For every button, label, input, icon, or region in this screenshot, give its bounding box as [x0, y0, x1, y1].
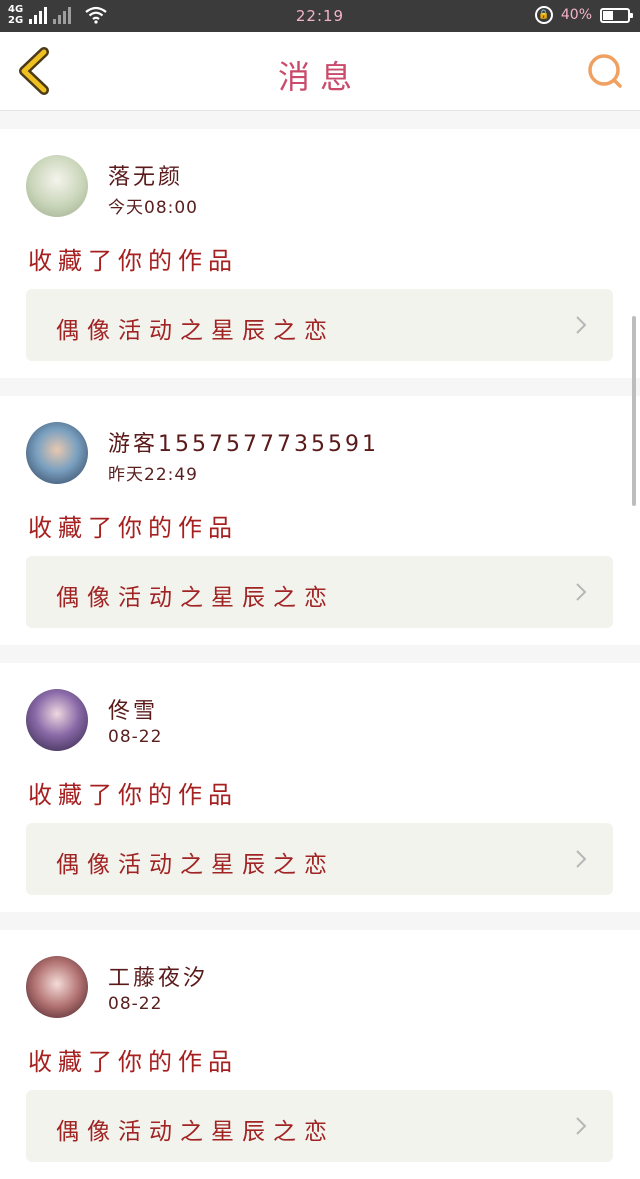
action-text: 收藏了你的作品 [28, 247, 238, 275]
rotation-lock-icon: 🔒 [534, 6, 553, 24]
timestamp: 08-22 [108, 994, 163, 1014]
avatar[interactable] [26, 956, 88, 1018]
username[interactable]: 佟雪 [108, 693, 158, 725]
work-card[interactable]: 偶像活动之星辰之恋 [26, 556, 613, 628]
status-bar: 4G 2G 22:19 🔒 40% [0, 0, 640, 32]
work-title: 偶像活动之星辰之恋 [56, 852, 335, 878]
status-right: 🔒 40% [534, 6, 633, 24]
action-text: 收藏了你的作品 [28, 1048, 238, 1076]
username[interactable]: 落无颜 [108, 159, 183, 191]
chevron-right-icon [576, 850, 587, 868]
avatar[interactable] [26, 689, 88, 751]
timestamp: 08-22 [108, 727, 163, 747]
username[interactable]: 游客1557577735591 [108, 426, 379, 458]
work-title: 偶像活动之星辰之恋 [56, 318, 335, 344]
action-text: 收藏了你的作品 [28, 514, 238, 542]
battery-percent: 40% [560, 7, 592, 23]
separator [0, 912, 640, 930]
work-card[interactable]: 偶像活动之星辰之恋 [26, 1090, 613, 1162]
work-title: 偶像活动之星辰之恋 [56, 585, 335, 611]
chevron-right-icon [576, 583, 587, 601]
nav-header: 消息 [0, 32, 640, 111]
message-item: 游客1557577735591 昨天22:49 收藏了你的作品 偶像活动之星辰之… [0, 396, 640, 645]
timestamp: 今天08:00 [108, 198, 198, 218]
avatar[interactable] [26, 422, 88, 484]
username[interactable]: 工藤夜汐 [108, 960, 208, 992]
work-card[interactable]: 偶像活动之星辰之恋 [26, 823, 613, 895]
scrollbar[interactable] [632, 316, 636, 506]
chevron-right-icon [576, 316, 587, 334]
timestamp: 昨天22:49 [108, 465, 198, 485]
page-title: 消息 [277, 58, 362, 96]
battery-icon [600, 7, 633, 23]
action-text: 收藏了你的作品 [28, 781, 238, 809]
search-icon[interactable] [586, 52, 624, 90]
avatar[interactable] [26, 155, 88, 217]
message-list: 落无颜 今天08:00 收藏了你的作品 偶像活动之星辰之恋 游客15575777… [0, 111, 640, 1179]
separator [0, 645, 640, 663]
work-title: 偶像活动之星辰之恋 [56, 1119, 335, 1145]
chevron-right-icon [576, 1117, 587, 1135]
message-item: 落无颜 今天08:00 收藏了你的作品 偶像活动之星辰之恋 [0, 129, 640, 378]
separator [0, 111, 640, 129]
message-item: 佟雪 08-22 收藏了你的作品 偶像活动之星辰之恋 [0, 663, 640, 912]
work-card[interactable]: 偶像活动之星辰之恋 [26, 289, 613, 361]
separator [0, 378, 640, 396]
message-item: 工藤夜汐 08-22 收藏了你的作品 偶像活动之星辰之恋 [0, 930, 640, 1179]
